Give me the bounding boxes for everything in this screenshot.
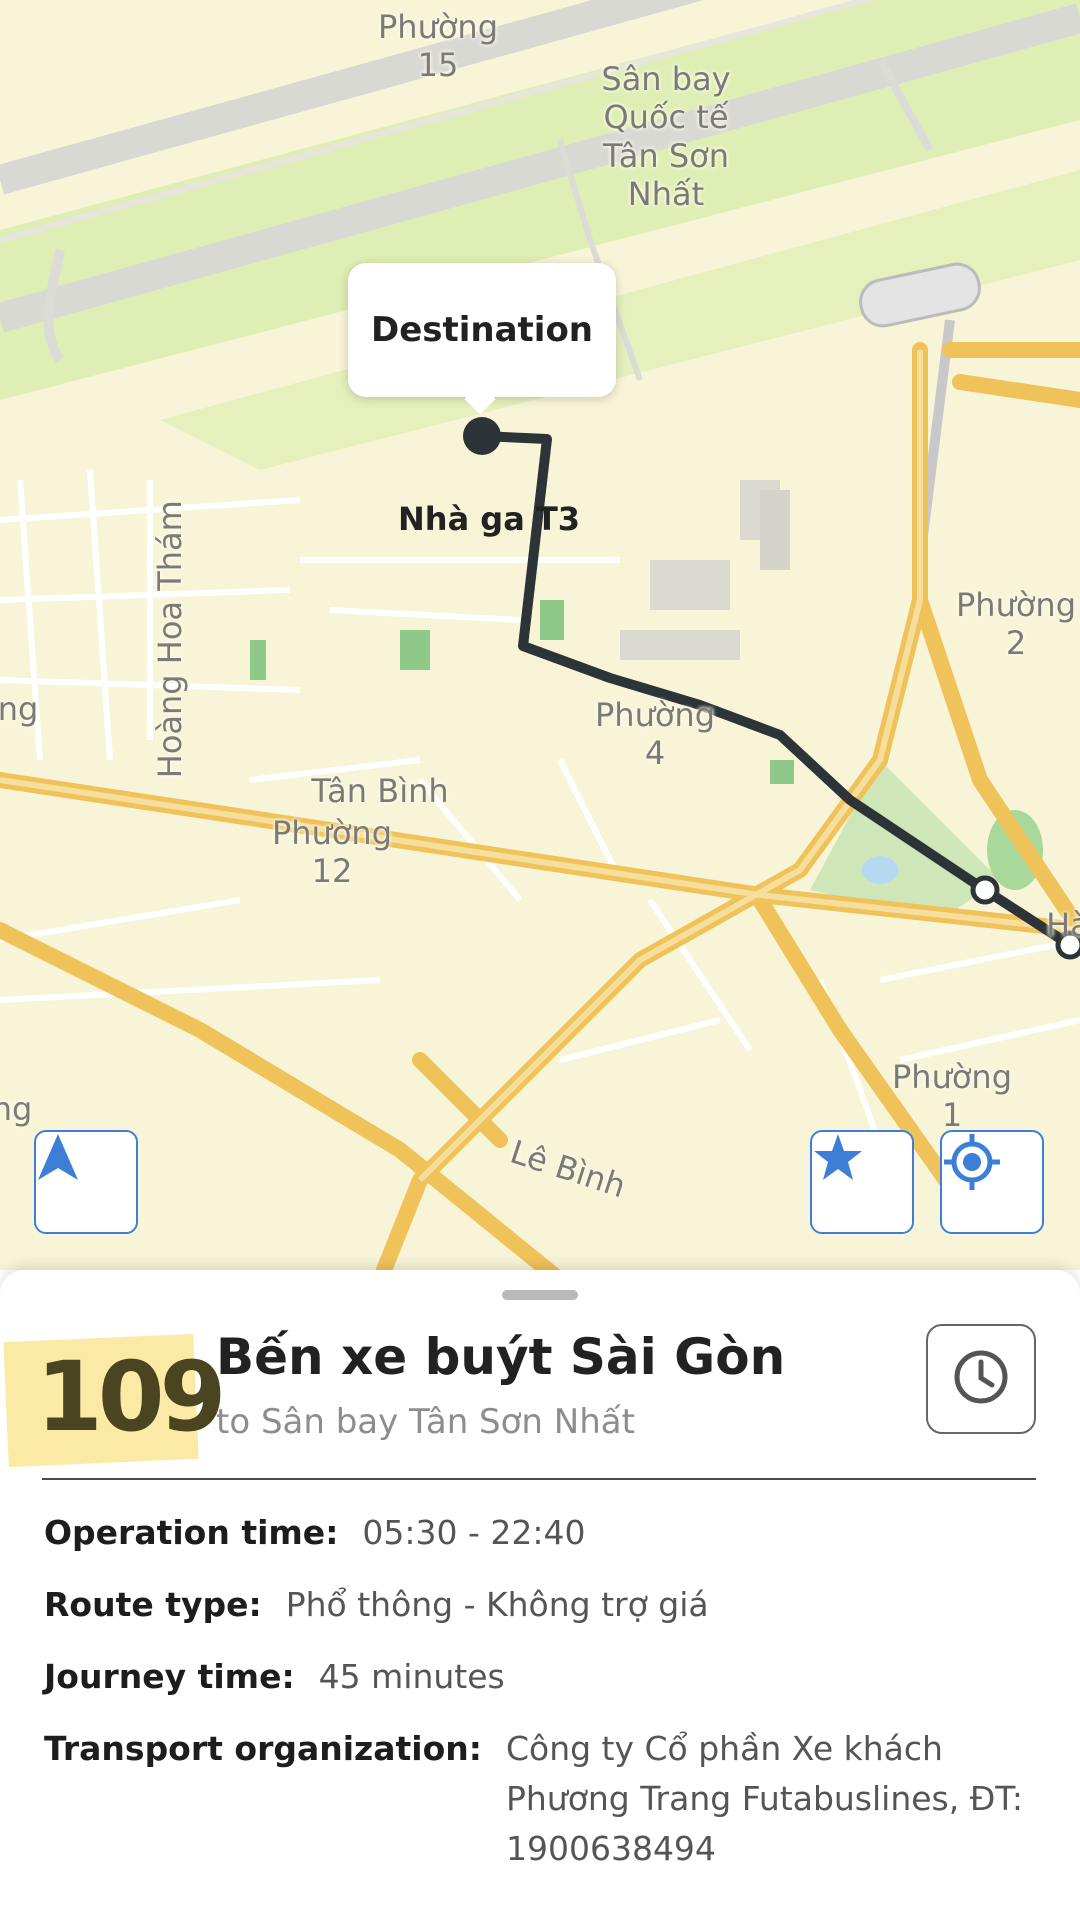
favorite-button[interactable]	[810, 1130, 914, 1234]
route-type-value: Phổ thông - Không trợ giá	[285, 1585, 709, 1624]
map-label-edge-left: ng	[0, 690, 39, 728]
clock-icon	[952, 1348, 1010, 1410]
transport-organization-label: Transport organization:	[44, 1729, 482, 1768]
navigate-button[interactable]	[34, 1130, 138, 1234]
poi-label-terminal: Nhà ga T3	[398, 500, 581, 538]
destination-callout[interactable]: Destination	[348, 263, 616, 397]
map-label-phuong-1: Phường 1	[891, 1058, 1013, 1135]
transport-organization-value: Công ty Cổ phần Xe khách Phương Trang Fu…	[505, 1729, 1023, 1868]
route-title: Bến xe buýt Sài Gòn	[216, 1328, 786, 1386]
journey-time-value: 45 minutes	[318, 1657, 505, 1696]
map-view[interactable]: Phường 15 Sân bay Quốc tế Tân Sơn Nhất Hoàng…	[0, 0, 1080, 1270]
operation-time-value: 05:30 - 22:40	[362, 1513, 586, 1552]
header-divider	[42, 1478, 1036, 1480]
journey-time-row: Journey time: 45 minutes	[44, 1652, 505, 1702]
journey-time-label: Journey time:	[44, 1657, 295, 1696]
map-label-phuong-15: Phường 15	[377, 8, 499, 85]
my-location-button[interactable]	[940, 1130, 1044, 1234]
map-label-phuong-2: Phường 2	[955, 586, 1077, 663]
route-direction: to Sân bay Tân Sơn Nhất	[216, 1402, 635, 1442]
operation-time-label: Operation time:	[44, 1513, 339, 1552]
route-detail-sheet[interactable]: 109 Bến xe buýt Sài Gòn to Sân bay Tân S…	[0, 1270, 1080, 1920]
map-label-hoang-hoa-tham: Hoàng Hoa Thám	[150, 500, 189, 779]
map-label-edge-right: Hà	[1046, 906, 1080, 944]
map-label-edge-left-lower: ng	[0, 1090, 33, 1128]
bus-stop-marker	[970, 875, 1000, 905]
map-label-airport: Sân bay Quốc tế Tân Sơn Nhất	[601, 60, 731, 214]
map-label-phuong-12: Phường 12	[271, 814, 393, 891]
destination-marker	[463, 417, 501, 455]
route-type-row: Route type: Phổ thông - Không trợ giá	[44, 1580, 709, 1630]
operation-time-row: Operation time: 05:30 - 22:40	[44, 1508, 585, 1558]
schedule-button[interactable]	[926, 1324, 1036, 1434]
map-label-phuong-4: Phường 4	[594, 696, 716, 773]
transport-organization-row: Transport organization: Công ty Cổ phần …	[44, 1724, 1038, 1874]
map-label-tan-binh: Tân Bình	[311, 772, 449, 810]
route-number: 109	[36, 1341, 226, 1453]
sheet-drag-handle[interactable]	[502, 1290, 578, 1300]
route-type-label: Route type:	[44, 1585, 262, 1624]
